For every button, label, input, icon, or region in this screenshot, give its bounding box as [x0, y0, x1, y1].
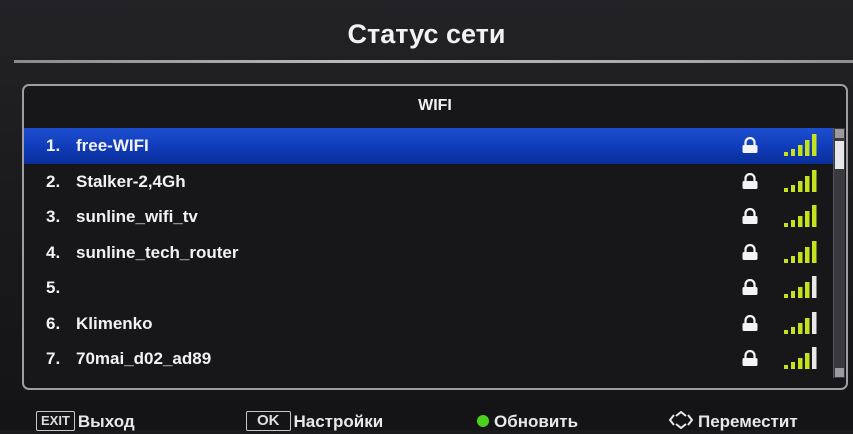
- wifi-network-row[interactable]: 3. sunline_wifi_tv: [24, 199, 834, 235]
- wifi-signal-icon: [784, 347, 817, 369]
- network-ssid: free-WIFI: [76, 136, 149, 155]
- network-index: 5.: [46, 278, 61, 297]
- page-title: Статус сети: [347, 19, 506, 49]
- scroll-up-arrow-icon[interactable]: [835, 129, 844, 138]
- refresh-hint[interactable]: Обновить: [477, 410, 578, 434]
- key-hints-bar: EXIT Выход OK Настройки Обновить Перемести…: [0, 404, 853, 431]
- lock-icon: [742, 208, 758, 224]
- lock-icon: [742, 137, 758, 153]
- settings-label: Настройки: [293, 412, 384, 431]
- wifi-network-row[interactable]: 6. Klimenko: [24, 306, 834, 342]
- network-ssid: 70mai_d02_ad89: [76, 349, 212, 368]
- exit-label: Выход: [77, 412, 135, 431]
- lock-icon: [742, 172, 758, 189]
- lock-icon: [742, 279, 758, 295]
- scroll-down-arrow-icon[interactable]: [835, 368, 844, 377]
- wifi-panel-header: WIFI: [418, 97, 452, 114]
- refresh-label: Обновить: [494, 412, 579, 431]
- network-index: 7.: [46, 349, 61, 368]
- lock-icon: [742, 314, 758, 331]
- wifi-signal-icon: [784, 240, 817, 263]
- wifi-signal-icon: [784, 311, 817, 334]
- title-divider: [14, 60, 853, 63]
- wifi-network-row[interactable]: 7. 70mai_d02_ad89: [24, 341, 834, 377]
- move-label: Переместит: [698, 412, 798, 431]
- wifi-panel: WIFI 1. free-WIFI 2. Stalker-2,4Gh 3. su…: [22, 84, 848, 390]
- wifi-signal-icon: [784, 205, 817, 227]
- lock-icon: [742, 350, 758, 366]
- network-status-screen: Статус сети WIFI 1. free-WIFI 2. Stalker…: [0, 0, 853, 431]
- ok-key-icon: OK: [246, 411, 291, 431]
- network-index: 2.: [46, 171, 61, 191]
- scrollbar-thumb[interactable]: [835, 141, 844, 169]
- exit-key-icon: EXIT: [36, 411, 75, 431]
- network-index: 6.: [46, 313, 61, 333]
- network-index: 3.: [46, 207, 61, 226]
- wifi-network-row[interactable]: 1. free-WIFI: [24, 128, 834, 164]
- network-ssid: sunline_tech_router: [76, 242, 239, 262]
- network-ssid: Klimenko: [76, 313, 153, 333]
- green-button-icon: [477, 415, 489, 427]
- wifi-signal-icon: [784, 169, 817, 192]
- network-ssid: Stalker-2,4Gh: [76, 171, 186, 191]
- list-scrollbar[interactable]: [833, 128, 845, 378]
- network-index: 4.: [46, 242, 61, 262]
- settings-hint[interactable]: OK Настройки: [246, 410, 383, 434]
- exit-hint[interactable]: EXIT Выход: [36, 410, 135, 434]
- wifi-network-list: 1. free-WIFI 2. Stalker-2,4Gh 3. sunline…: [24, 128, 834, 377]
- lock-icon: [742, 243, 758, 260]
- navigation-arrows-icon: [668, 411, 694, 429]
- wifi-network-row[interactable]: 2. Stalker-2,4Gh: [24, 164, 834, 200]
- network-index: 1.: [46, 136, 61, 155]
- wifi-network-row[interactable]: 4. sunline_tech_router: [24, 235, 834, 271]
- move-hint[interactable]: Переместит: [668, 410, 798, 434]
- wifi-signal-icon: [784, 276, 817, 298]
- wifi-signal-icon: [784, 134, 817, 156]
- wifi-network-row[interactable]: 5.: [24, 270, 834, 306]
- network-ssid: sunline_wifi_tv: [76, 207, 198, 226]
